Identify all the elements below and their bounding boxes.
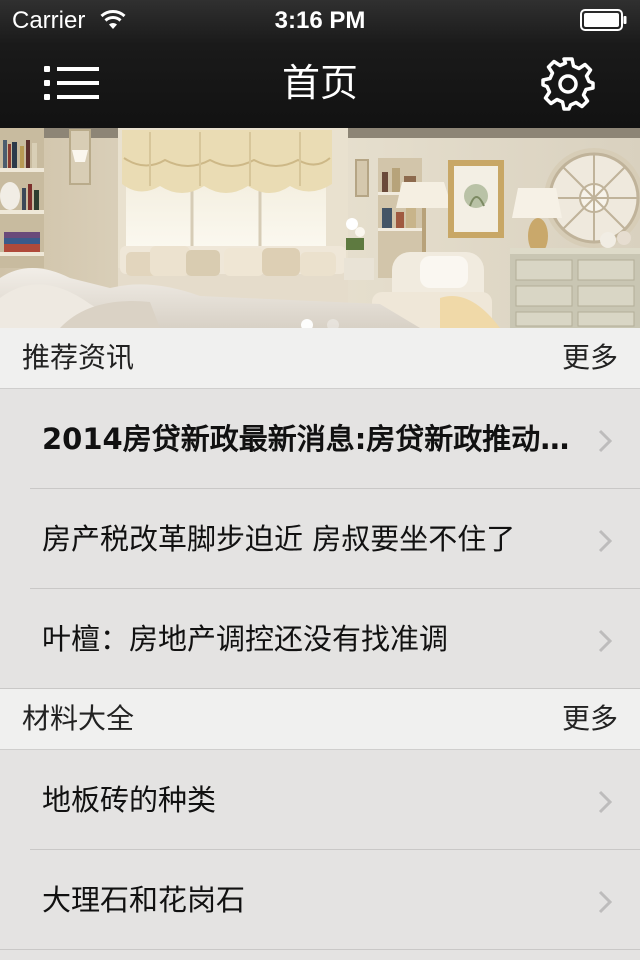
status-bar: Carrier 3:16 PM (0, 0, 640, 40)
status-time: 3:16 PM (274, 7, 366, 34)
list-item-title: 大理石和花岗石 (42, 883, 246, 917)
section-title: 推荐资讯 (22, 341, 135, 374)
list-item[interactable]: 房产税改革脚步迫近 房叔要坐不住了 (30, 489, 640, 589)
battery-icon (580, 9, 628, 31)
navigation-bar: 首页 (0, 40, 640, 128)
page-indicator[interactable] (0, 316, 640, 328)
news-list: 2014房贷新政最新消息:房贷新政推动楼市回暖 房产税改革脚步迫近 房叔要坐不住… (0, 389, 640, 689)
section-title: 材料大全 (22, 702, 135, 735)
settings-button[interactable] (536, 52, 600, 116)
chevron-right-icon (598, 529, 613, 553)
list-item-title: 叶檀：房地产调控还没有找准调 (42, 622, 449, 656)
materials-list: 地板砖的种类 大理石和花岗石 (0, 750, 640, 950)
section-header-materials: 材料大全 更多 (0, 689, 640, 750)
chevron-right-icon (598, 790, 613, 814)
list-item-title: 2014房贷新政最新消息:房贷新政推动楼市回暖 (42, 422, 572, 456)
chevron-right-icon (598, 629, 613, 653)
list-item[interactable]: 2014房贷新政最新消息:房贷新政推动楼市回暖 (30, 389, 640, 489)
banner-image (0, 128, 640, 328)
chevron-right-icon (598, 429, 613, 453)
content-list: 推荐资讯 更多 2014房贷新政最新消息:房贷新政推动楼市回暖 房产税改革脚步迫… (0, 328, 640, 950)
list-item[interactable]: 大理石和花岗石 (0, 850, 640, 950)
list-item-title: 地板砖的种类 (42, 783, 217, 817)
page-dot-active[interactable] (301, 319, 314, 328)
app-header: Carrier 3:16 PM 首页 (0, 0, 640, 128)
chevron-right-icon (598, 890, 613, 914)
banner-carousel[interactable] (0, 128, 640, 328)
section-header-news: 推荐资讯 更多 (0, 328, 640, 389)
page-dot[interactable] (326, 319, 339, 328)
more-button[interactable]: 更多 (562, 701, 618, 737)
list-item-title: 房产税改革脚步迫近 房叔要坐不住了 (42, 522, 516, 556)
list-item[interactable]: 地板砖的种类 (30, 750, 640, 850)
more-button[interactable]: 更多 (562, 340, 618, 376)
list-item[interactable]: 叶檀：房地产调控还没有找准调 (0, 589, 640, 689)
